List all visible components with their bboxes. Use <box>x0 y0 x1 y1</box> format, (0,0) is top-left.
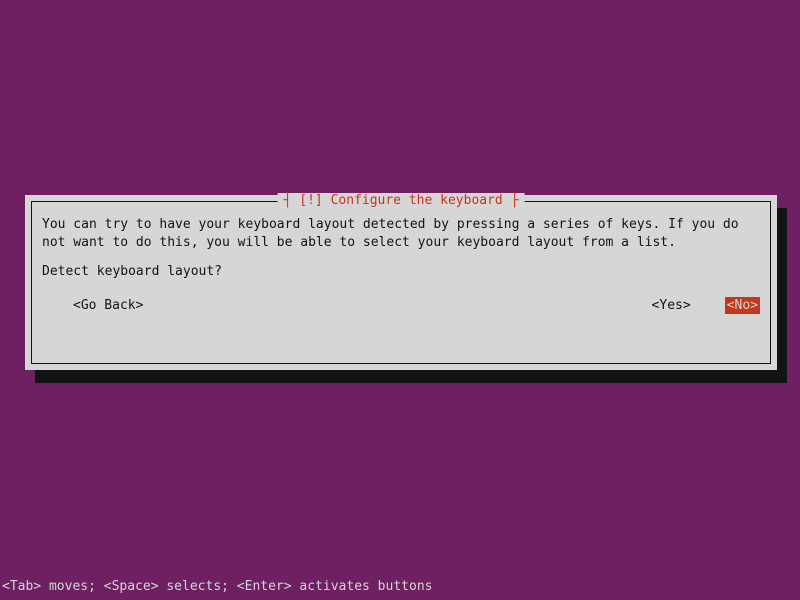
go-back-button[interactable]: <Go Back> <box>73 298 143 313</box>
title-text: Configure the keyboard <box>331 193 511 208</box>
title-bracket-left-icon: ┤ <box>284 193 292 208</box>
no-button[interactable]: <No> <box>725 297 760 314</box>
status-bar: <Tab> moves; <Space> selects; <Enter> ac… <box>2 579 432 594</box>
dialog-window: ┤ [!] Configure the keyboard ├ You can t… <box>25 195 777 370</box>
dialog-title: ┤ [!] Configure the keyboard ├ <box>278 193 525 208</box>
title-bracket-right-icon: ├ <box>511 193 519 208</box>
body-question: Detect keyboard layout? <box>42 264 760 279</box>
yes-button[interactable]: <Yes> <box>652 298 691 313</box>
dialog-border: ┤ [!] Configure the keyboard ├ You can t… <box>31 201 771 364</box>
title-exclaim: [!] <box>291 193 330 208</box>
body-description: You can try to have your keyboard layout… <box>42 216 760 251</box>
button-row: <Go Back> <Yes> <No> <box>42 297 760 314</box>
dialog-body: You can try to have your keyboard layout… <box>42 216 760 314</box>
